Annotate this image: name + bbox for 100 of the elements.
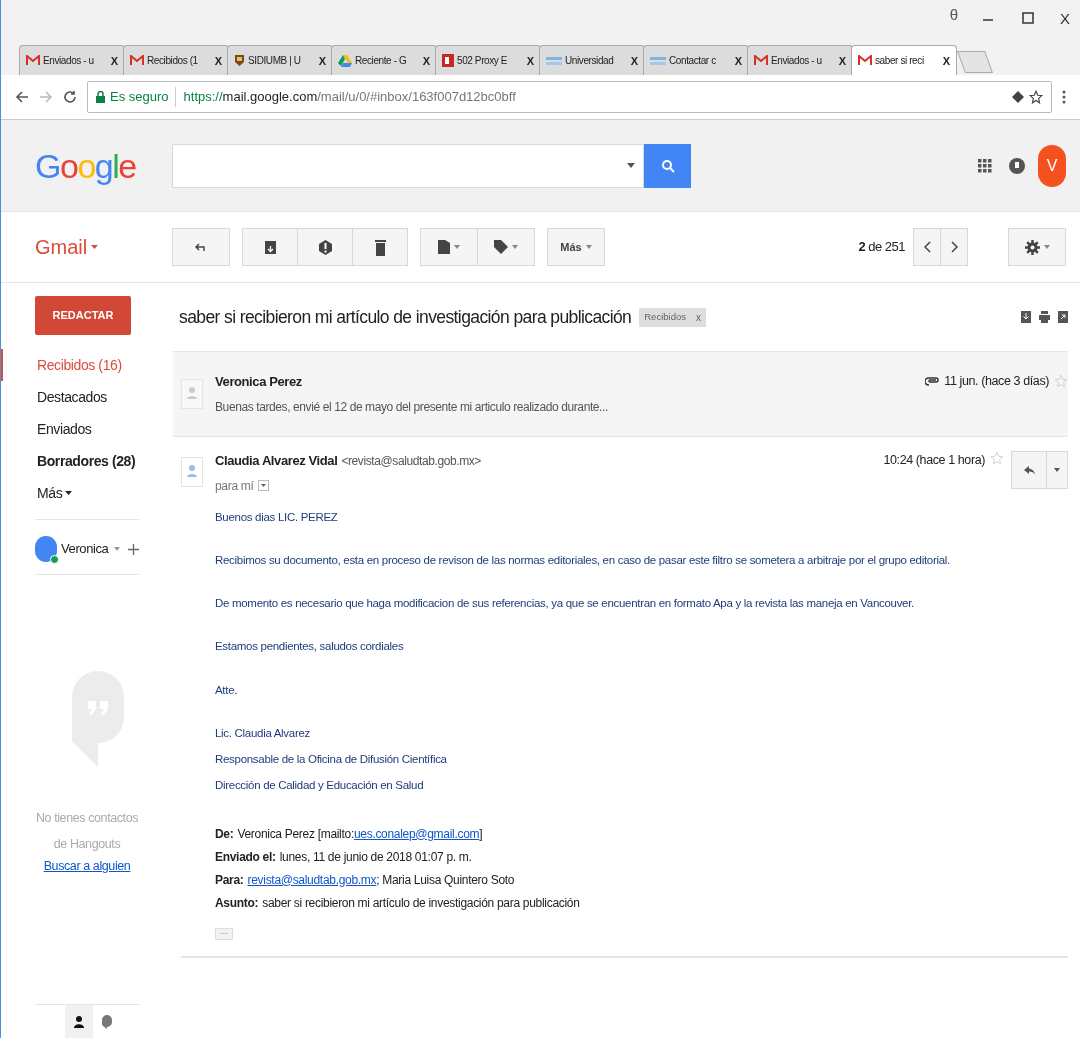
gmail-menu[interactable]: Gmail bbox=[35, 232, 172, 262]
user-avatar[interactable] bbox=[35, 536, 57, 562]
move-button[interactable] bbox=[420, 228, 478, 266]
back-icon[interactable] bbox=[15, 90, 29, 104]
profile-icon[interactable]: θ bbox=[949, 4, 958, 27]
caret-icon bbox=[91, 245, 99, 249]
mail-icon bbox=[858, 55, 872, 66]
next-button[interactable] bbox=[940, 228, 968, 266]
avatar bbox=[181, 379, 203, 409]
menu-icon[interactable] bbox=[1062, 90, 1066, 104]
archive-button[interactable] bbox=[242, 228, 298, 266]
header-value: lunes, 11 de junio de 2018 01:07 p. m. bbox=[279, 848, 472, 866]
thread-subject: saber si recibieron mi artículo de investigación para publicación bbox=[179, 305, 632, 329]
tab-close-button[interactable]: X bbox=[838, 53, 846, 68]
collapsed-message[interactable]: Veronica Perez Buenas tardes, envié el 12 de mayo del presente mi articulo realizado durante... 11 jun. (hace 3 días) bbox=[173, 351, 1068, 437]
tab-title: saber si reci bbox=[875, 53, 925, 68]
dropdown-icon[interactable] bbox=[627, 163, 635, 168]
hangouts-icon[interactable] bbox=[102, 1014, 112, 1029]
recipient-text: para mí bbox=[215, 477, 254, 495]
browser-tab[interactable]: Universidad X bbox=[539, 45, 645, 75]
browser-tab[interactable]: SIDIUMB | U X bbox=[227, 45, 333, 75]
tab-close-button[interactable]: X bbox=[734, 53, 742, 68]
tab-close-button[interactable]: X bbox=[526, 53, 534, 68]
remove-label-button[interactable]: x bbox=[695, 309, 701, 325]
find-contact-link[interactable]: Buscar a alguien bbox=[1, 857, 173, 876]
details-toggle[interactable] bbox=[257, 480, 269, 491]
nav-item[interactable]: Más bbox=[1, 477, 173, 509]
tab-title: Enviados - u bbox=[771, 53, 823, 68]
nav-item[interactable]: Borradores (28) bbox=[1, 445, 173, 477]
window-close-button[interactable]: X bbox=[1060, 8, 1070, 31]
triangle-icon bbox=[338, 54, 352, 67]
page-counter: 2 de 251 bbox=[858, 238, 905, 257]
previous-button[interactable] bbox=[913, 228, 941, 266]
browser-tab[interactable]: Contactar c X bbox=[643, 45, 749, 75]
tab-close-button[interactable]: X bbox=[110, 53, 118, 68]
maximize-icon[interactable] bbox=[1022, 12, 1034, 24]
notification-icon[interactable] bbox=[1008, 155, 1026, 176]
spam-button[interactable] bbox=[297, 228, 353, 266]
mail-icon bbox=[130, 55, 144, 66]
apps-grid-icon[interactable] bbox=[978, 158, 992, 173]
compose-button[interactable]: REDACTAR bbox=[35, 296, 131, 335]
tab-title: Enviados - u bbox=[43, 53, 95, 68]
tab-close-button[interactable]: X bbox=[630, 53, 638, 68]
crest-icon bbox=[234, 54, 245, 67]
avatar bbox=[181, 457, 203, 487]
alert-icon bbox=[318, 239, 332, 255]
caret-icon bbox=[512, 245, 518, 249]
more-button[interactable]: Más bbox=[547, 228, 605, 266]
browser-tab[interactable]: Enviados - u X bbox=[747, 45, 853, 75]
tab-close-button[interactable]: X bbox=[422, 53, 430, 68]
browser-tab[interactable]: 502 Proxy E X bbox=[435, 45, 541, 75]
browser-tab[interactable]: Recibidos (1 X bbox=[123, 45, 229, 75]
page-icon bbox=[442, 54, 454, 67]
tab-close-button[interactable]: X bbox=[318, 53, 326, 68]
caret-icon bbox=[454, 245, 460, 249]
header-label: De: bbox=[215, 825, 234, 843]
new-window-icon[interactable] bbox=[1058, 311, 1068, 323]
address-field[interactable]: Es seguro https://mail.google.com/mail/u/0/#inbox/163f007d12bc0bff bbox=[87, 81, 1052, 113]
label-chip: Recibidos x bbox=[639, 307, 706, 327]
contacts-tab[interactable] bbox=[65, 1005, 93, 1038]
body-text: Dirección de Calidad y Educación en Salud bbox=[215, 778, 425, 794]
nav-item[interactable]: Enviados bbox=[1, 413, 173, 445]
label-button[interactable] bbox=[477, 228, 535, 266]
reply-button[interactable] bbox=[1011, 451, 1047, 489]
google-logo: Google bbox=[35, 148, 137, 183]
caret-icon bbox=[65, 491, 73, 495]
caret-icon bbox=[1043, 245, 1050, 249]
tab-close-button[interactable]: X bbox=[942, 53, 950, 68]
trash-icon bbox=[374, 238, 386, 256]
delete-button[interactable] bbox=[352, 228, 408, 266]
browser-tab[interactable]: Reciente - G X bbox=[331, 45, 437, 75]
browser-tab[interactable]: Enviados - u X bbox=[19, 45, 125, 75]
search-field[interactable] bbox=[172, 143, 644, 188]
lock-icon bbox=[96, 91, 105, 103]
sender-name: Claudia Alvarez Vidal bbox=[215, 452, 338, 470]
nav-item[interactable]: Destacados bbox=[1, 381, 173, 413]
settings-button[interactable] bbox=[1008, 228, 1066, 266]
browser-tab[interactable]: saber si reci X bbox=[851, 45, 957, 75]
header-value: saber si recibieron mi artículo de investigación para publicación bbox=[262, 894, 580, 912]
body-text: De momento es necesario que haga modificacion de sus referencias, ya que se encuentran en formato Apa y la revista las maneja en Vancouver. bbox=[215, 596, 915, 611]
header-label: Enviado el: bbox=[215, 848, 276, 866]
mail-icon bbox=[754, 55, 768, 66]
download-icon[interactable] bbox=[1021, 311, 1031, 323]
user-name[interactable]: Veronica bbox=[61, 539, 109, 559]
tab-close-button[interactable]: X bbox=[214, 53, 222, 68]
folder-icon bbox=[438, 240, 450, 254]
mail-icon bbox=[26, 55, 40, 66]
header-value: ] bbox=[479, 825, 483, 843]
caret-icon bbox=[114, 547, 121, 551]
caret-icon bbox=[1054, 468, 1060, 472]
reload-icon[interactable] bbox=[63, 90, 77, 104]
caret-icon bbox=[260, 484, 266, 487]
add-icon[interactable] bbox=[128, 543, 139, 555]
print-icon[interactable] bbox=[1039, 311, 1050, 323]
extension-icon[interactable] bbox=[1012, 91, 1024, 103]
search-button[interactable] bbox=[644, 143, 691, 188]
tab-title: Contactar c bbox=[669, 53, 717, 68]
star-icon[interactable] bbox=[1029, 90, 1043, 104]
header-value: ; Maria Luisa Quintero Soto bbox=[376, 871, 515, 889]
search-icon bbox=[660, 158, 675, 173]
